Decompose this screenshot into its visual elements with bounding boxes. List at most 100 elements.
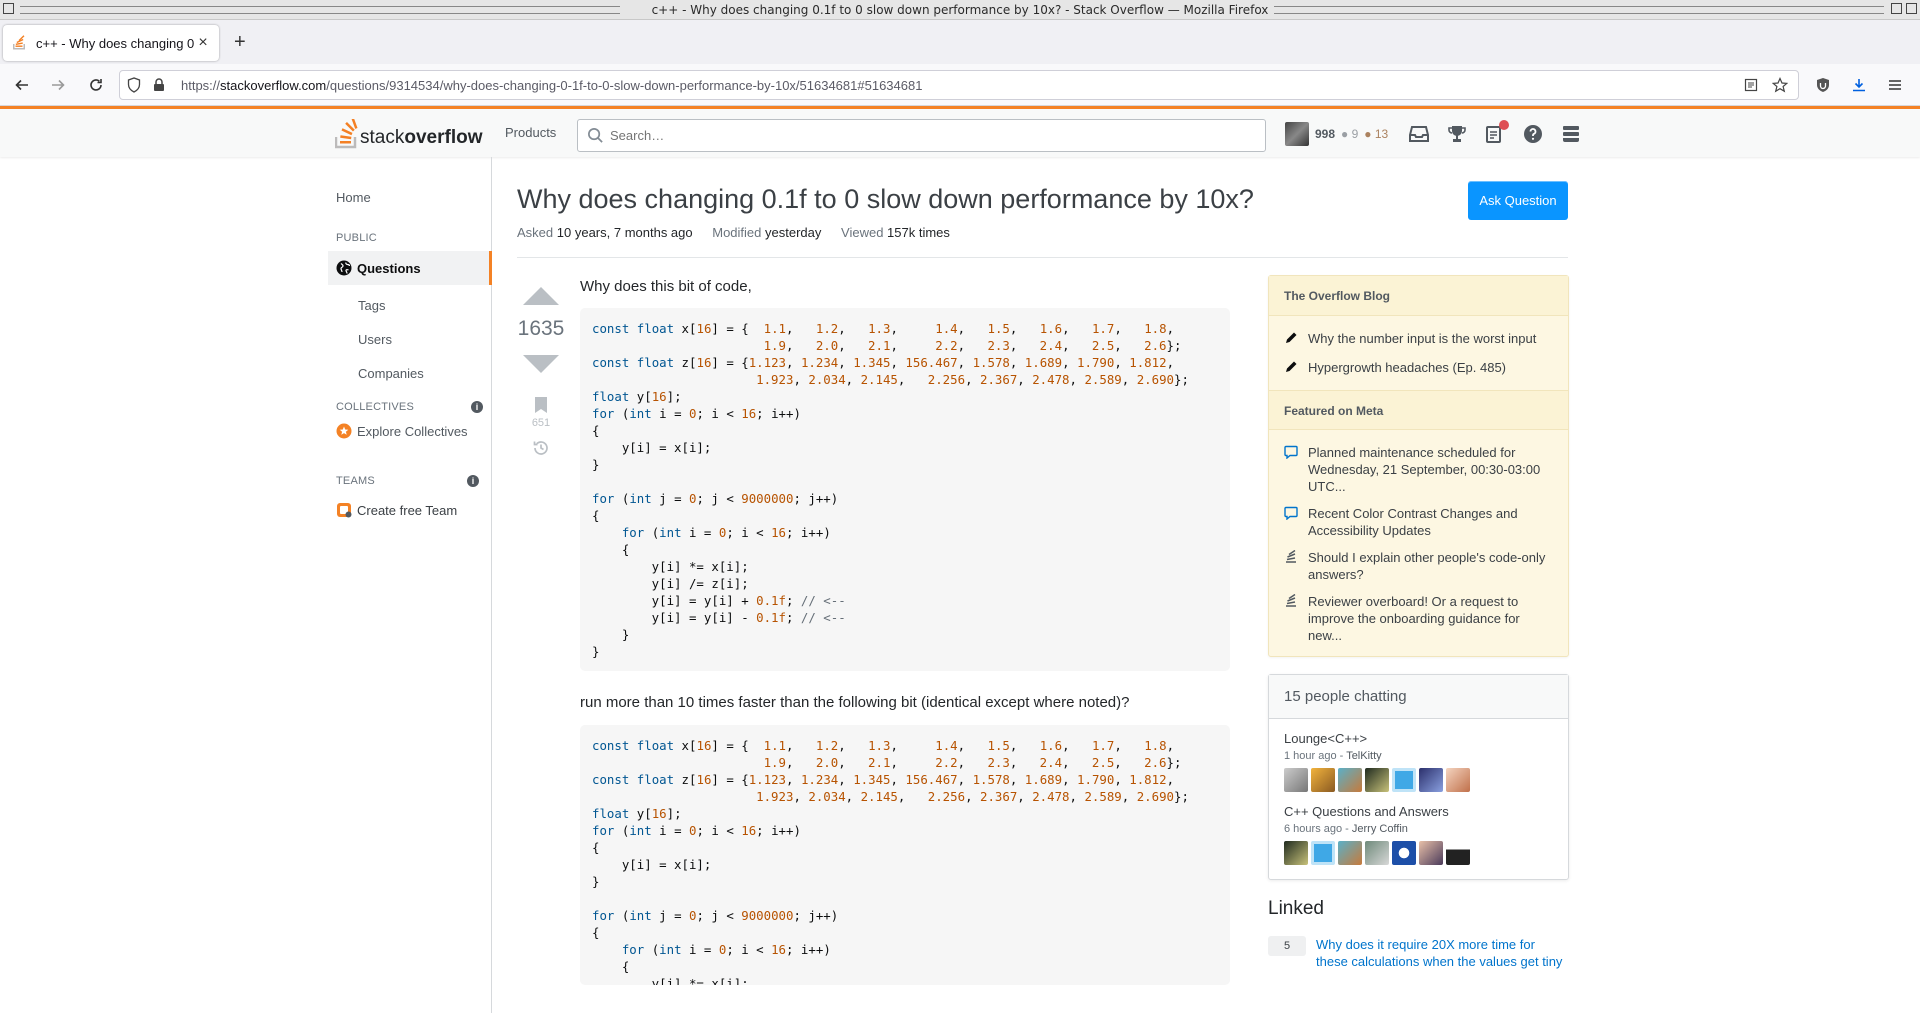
teams-briefcase-icon	[337, 503, 352, 518]
meta-item-title: Should I explain other people's code-onl…	[1308, 550, 1546, 582]
nav-home[interactable]: Home	[336, 190, 371, 205]
question-meta: Asked 10 years, 7 months ago Modified ye…	[517, 225, 966, 240]
avatar[interactable]	[1338, 841, 1362, 865]
chat-room-name[interactable]: Lounge<C++>	[1284, 731, 1553, 746]
meta-item[interactable]: Recent Color Contrast Changes and Access…	[1269, 499, 1568, 543]
so-topbar: stackoverflow Products 998 ● 9 ● 13	[0, 106, 1920, 157]
tracking-shield-icon[interactable]	[127, 77, 143, 93]
linked-item-title[interactable]: Why does it require 20X more time for th…	[1316, 936, 1569, 970]
bookmark-star-icon[interactable]	[1772, 77, 1788, 93]
explore-collectives-label: Explore Collectives	[357, 423, 468, 439]
avatar[interactable]	[1419, 841, 1443, 865]
left-sidebar: Home PUBLIC Questions Tags Users Compani…	[328, 157, 492, 1013]
meta-item[interactable]: Should I explain other people's code-onl…	[1269, 543, 1568, 587]
reader-view-icon[interactable]	[1744, 78, 1758, 92]
avatar[interactable]	[1311, 768, 1335, 792]
so-logo[interactable]: stack overflow	[335, 119, 482, 149]
site-switcher-icon[interactable]	[1560, 123, 1582, 145]
achievements-icon[interactable]	[1446, 123, 1468, 145]
meta-item[interactable]: Planned maintenance scheduled for Wednes…	[1269, 438, 1568, 499]
avatar[interactable]	[1392, 841, 1416, 865]
inbox-icon[interactable]	[1408, 123, 1430, 145]
downloads-icon[interactable]	[1849, 75, 1869, 95]
teams-info-icon[interactable]: i	[467, 475, 479, 487]
right-sidebar: The Overflow Blog Why the number input i…	[1268, 275, 1569, 970]
linked-item[interactable]: 5 Why does it require 20X more time for …	[1268, 936, 1569, 970]
tab-close-icon[interactable]: ×	[195, 34, 211, 52]
browser-tab[interactable]: c++ - Why does changing 0.1f to 0 slow d…	[3, 25, 219, 61]
nav-companies[interactable]: Companies	[358, 366, 424, 381]
maximize-icon[interactable]	[1891, 3, 1902, 14]
history-icon[interactable]	[517, 439, 565, 457]
globe-icon	[336, 260, 352, 276]
question-title[interactable]: Why does changing 0.1f to 0 slow down pe…	[517, 184, 1254, 215]
blog-item[interactable]: Why the number input is the worst input	[1269, 324, 1568, 353]
chat-room[interactable]: Lounge<C++> 1 hour ago - TelKitty	[1269, 719, 1568, 792]
chat-room[interactable]: C++ Questions and Answers 6 hours ago - …	[1269, 792, 1568, 879]
avatar[interactable]	[1365, 841, 1389, 865]
lock-icon[interactable]	[153, 78, 169, 92]
blog-item[interactable]: Hypergrowth headaches (Ep. 485)	[1269, 353, 1568, 390]
nav-create-team[interactable]: Create free Team	[336, 502, 457, 518]
modified-label: Modified	[712, 225, 762, 240]
avatar[interactable]	[1338, 768, 1362, 792]
ask-question-button[interactable]: Ask Question	[1468, 181, 1568, 220]
nav-questions[interactable]: Questions	[336, 260, 421, 276]
url-bar[interactable]: https://stackoverflow.com/questions/9314…	[119, 70, 1799, 100]
reload-icon[interactable]	[86, 75, 106, 95]
avatar[interactable]	[1284, 768, 1308, 792]
chat-bubble-icon	[1284, 505, 1308, 539]
app-menu-icon[interactable]	[1885, 75, 1905, 95]
vote-count: 1635	[517, 317, 565, 340]
avatar[interactable]	[1446, 841, 1470, 865]
avatar[interactable]	[1285, 122, 1309, 146]
logo-word-stack: stack	[360, 127, 405, 148]
vote-cell: 1635 651	[517, 277, 565, 457]
avatar[interactable]	[1419, 768, 1443, 792]
bookmark-icon[interactable]	[535, 397, 547, 413]
back-icon[interactable]	[12, 75, 32, 95]
search-input[interactable]	[610, 128, 1210, 143]
meta-item-title: Planned maintenance scheduled for Wednes…	[1308, 445, 1541, 494]
pencil-icon	[1284, 359, 1308, 378]
create-team-label: Create free Team	[357, 502, 458, 518]
chat-header[interactable]: 15 people chatting	[1269, 675, 1568, 719]
nav-section-teams: TEAMS	[336, 475, 375, 487]
avatar[interactable]	[1284, 841, 1308, 865]
review-queues-icon[interactable]	[1484, 120, 1509, 145]
silver-badges: ● 9	[1341, 127, 1359, 141]
avatar[interactable]	[1311, 841, 1335, 865]
help-icon[interactable]	[1522, 123, 1544, 145]
upvote-icon[interactable]	[523, 287, 559, 305]
close-window-icon[interactable]	[1906, 3, 1917, 14]
modified-value[interactable]: yesterday	[765, 225, 821, 240]
meta-item[interactable]: Reviewer overboard! Or a request to impr…	[1269, 587, 1568, 656]
ublock-shield-icon[interactable]	[1813, 75, 1833, 95]
chat-room-user[interactable]: Jerry Coffin	[1352, 823, 1408, 835]
nav-tags[interactable]: Tags	[358, 298, 385, 313]
avatar[interactable]	[1365, 768, 1389, 792]
chat-room-activity: 6 hours ago - Jerry Coffin	[1284, 823, 1553, 835]
chat-room-time: 1 hour ago -	[1284, 750, 1347, 762]
nav-section-collectives: COLLECTIVES	[336, 401, 415, 413]
avatar[interactable]	[1446, 768, 1470, 792]
user-card[interactable]: 998 ● 9 ● 13	[1285, 122, 1388, 146]
nav-users[interactable]: Users	[358, 332, 392, 347]
products-menu[interactable]: Products	[505, 125, 556, 140]
avatar[interactable]	[1392, 768, 1416, 792]
collectives-star-icon	[336, 423, 352, 439]
chat-room-name[interactable]: C++ Questions and Answers	[1284, 804, 1553, 819]
search-box[interactable]	[577, 119, 1266, 152]
new-tab-icon[interactable]: +	[234, 32, 246, 52]
chat-room-user[interactable]: TelKitty	[1346, 750, 1381, 762]
downvote-icon[interactable]	[523, 355, 559, 373]
blog-item-title: Why the number input is the worst input	[1308, 331, 1537, 346]
collectives-info-icon[interactable]: i	[471, 401, 483, 413]
nav-explore-collectives[interactable]: Explore Collectives	[336, 423, 468, 439]
url-text[interactable]: https://stackoverflow.com/questions/9314…	[181, 78, 922, 93]
bronze-badges: ● 13	[1364, 127, 1389, 141]
forward-icon[interactable]	[48, 75, 68, 95]
logo-word-overflow: overflow	[404, 127, 483, 148]
nav-section-public: PUBLIC	[336, 232, 377, 244]
nav-questions-label: Questions	[357, 260, 421, 276]
